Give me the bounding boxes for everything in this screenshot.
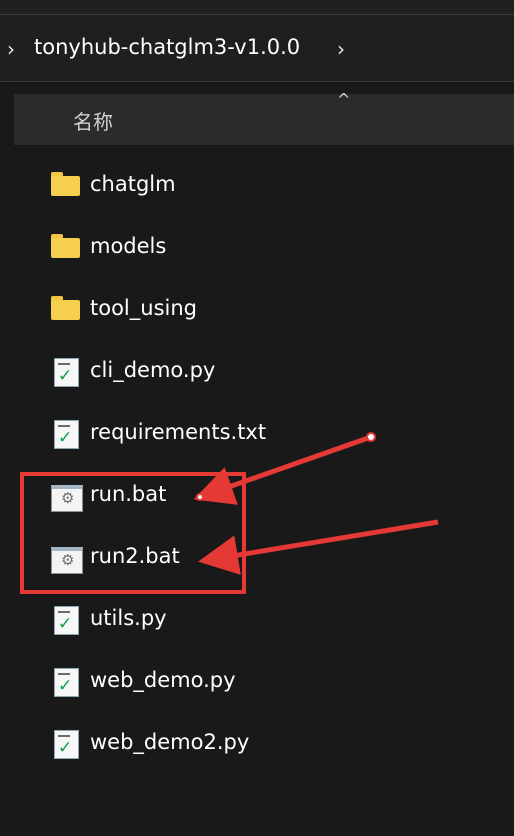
file-row[interactable]: ✓ web_demo2.py xyxy=(14,718,514,770)
navigation-gutter xyxy=(0,82,14,836)
file-name: utils.py xyxy=(90,606,167,630)
chevron-right-icon[interactable]: › xyxy=(337,37,345,61)
folder-icon xyxy=(51,172,81,200)
sort-ascending-icon[interactable]: ^ xyxy=(337,90,350,109)
python-file-icon: ✓ xyxy=(51,606,81,635)
folder-icon xyxy=(51,234,81,262)
highlight-box xyxy=(20,472,246,594)
file-name: cli_demo.py xyxy=(90,358,216,382)
text-file-icon: ✓ xyxy=(51,420,81,449)
file-name: models xyxy=(90,234,167,258)
file-row[interactable]: ✓ web_demo.py xyxy=(14,656,514,708)
breadcrumb[interactable]: tonyhub-chatglm3-v1.0.0 xyxy=(34,35,300,59)
chevron-right-icon[interactable]: › xyxy=(7,37,15,61)
python-file-icon: ✓ xyxy=(51,668,81,697)
python-file-icon: ✓ xyxy=(51,358,81,387)
column-header-name[interactable]: 名称 xyxy=(73,106,113,135)
address-bar[interactable]: › tonyhub-chatglm3-v1.0.0 › xyxy=(0,15,514,82)
file-row[interactable]: models xyxy=(14,222,514,274)
file-name: chatglm xyxy=(90,172,176,196)
file-name: web_demo2.py xyxy=(90,730,250,754)
file-row[interactable]: tool_using xyxy=(14,284,514,336)
window-top-strip xyxy=(0,0,514,15)
column-header[interactable]: ^ 名称 xyxy=(14,90,514,145)
file-name: web_demo.py xyxy=(90,668,236,692)
file-name: requirements.txt xyxy=(90,420,267,444)
folder-icon xyxy=(51,296,81,324)
file-name: tool_using xyxy=(90,296,197,320)
file-row[interactable]: ✓ utils.py xyxy=(14,594,514,646)
python-file-icon: ✓ xyxy=(51,730,81,759)
file-row[interactable]: ✓ requirements.txt xyxy=(14,408,514,460)
file-row[interactable]: ✓ cli_demo.py xyxy=(14,346,514,398)
file-row[interactable]: chatglm xyxy=(14,160,514,212)
